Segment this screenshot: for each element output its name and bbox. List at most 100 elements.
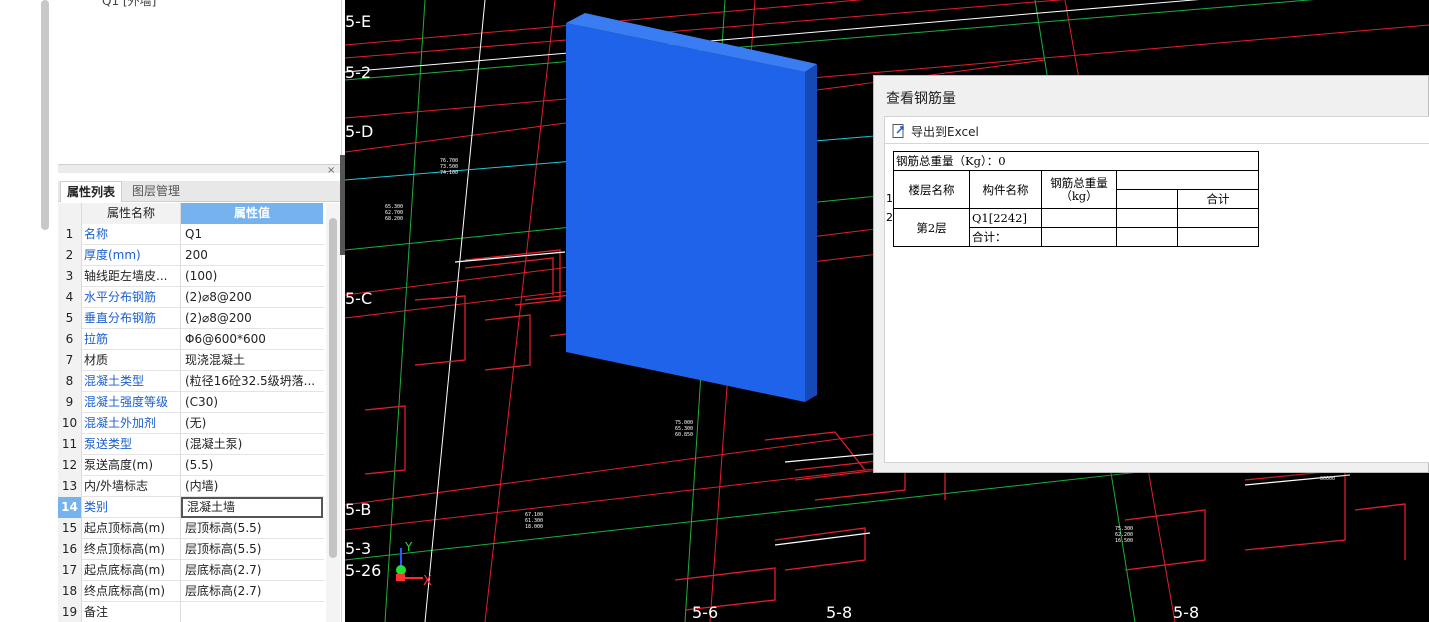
property-value[interactable] <box>181 602 323 622</box>
property-value[interactable]: 层顶标高(5.5) <box>181 539 323 560</box>
property-value[interactable]: 200 <box>181 245 323 266</box>
property-value[interactable]: (100) <box>181 266 323 287</box>
property-name: 类别 <box>82 497 181 518</box>
dialog-title: 查看钢筋量 <box>886 91 956 107</box>
col-sum-header: 合计 <box>1177 189 1259 209</box>
col-weight-header: 钢筋总重量（kg） <box>1041 170 1117 209</box>
property-value[interactable]: (5.5) <box>181 455 323 476</box>
property-value[interactable]: (2)⌀8@200 <box>181 308 323 329</box>
row-number: 13 <box>58 476 82 497</box>
tree-item-q1[interactable]: Q1 [外墙] <box>102 0 156 9</box>
svg-text:18.000: 18.000 <box>525 524 543 530</box>
row-number: 1 <box>58 224 82 245</box>
property-row[interactable]: 8 混凝土类型 (粒径16砼32.5级坍落... <box>58 371 324 392</box>
property-row[interactable]: 11 泵送类型 (混凝土泵) <box>58 434 324 455</box>
property-row[interactable]: 14 类别 混凝土墙 <box>58 497 324 518</box>
floor-cell: 第2层 <box>893 208 970 247</box>
property-grid: 属性名称 属性值 1 名称 Q1 2 厚度(mm) 200 3 轴线距左墙皮... (100) 4… <box>58 203 324 622</box>
property-value[interactable]: Φ6@600*600 <box>181 329 323 350</box>
export-excel-label: 导出到Excel <box>911 124 979 139</box>
export-excel-button[interactable]: 导出到Excel <box>891 121 979 141</box>
property-row[interactable]: 16 终点顶标高(m) 层顶标高(5.5) <box>58 539 324 560</box>
property-row[interactable]: 3 轴线距左墙皮... (100) <box>58 266 324 287</box>
property-name: 终点底标高(m) <box>82 581 181 602</box>
rebar-report-table: 钢筋总重量（Kg）：0 楼层名称 构件名称 钢筋总重量（kg） 合计 第2层 Q… <box>893 151 1259 247</box>
property-name: 材质 <box>82 350 181 371</box>
left-scrollbar[interactable] <box>41 0 49 230</box>
property-value[interactable]: (无) <box>181 413 323 434</box>
property-value[interactable]: (混凝土泵) <box>181 434 323 455</box>
svg-text:74.100: 74.100 <box>440 170 458 176</box>
value-cell <box>1116 208 1178 228</box>
panel-tabs: 属性列表 图层管理 <box>58 181 342 202</box>
axis-label-5-8b: 5-8 <box>1173 603 1200 622</box>
property-value[interactable]: Q1 <box>181 224 323 245</box>
weight-cell <box>1041 227 1117 247</box>
property-name: 终点顶标高(m) <box>82 539 181 560</box>
property-value[interactable]: (C30) <box>181 392 323 413</box>
sum-cell <box>1177 208 1259 228</box>
property-row[interactable]: 18 终点底标高(m) 层底标高(2.7) <box>58 581 324 602</box>
property-name: 备注 <box>82 602 181 622</box>
row-number: 15 <box>58 518 82 539</box>
property-row[interactable]: 9 混凝土强度等级 (C30) <box>58 392 324 413</box>
property-name: 垂直分布钢筋 <box>82 308 181 329</box>
row-number: 12 <box>58 455 82 476</box>
axis-label-5-6: 5-6 <box>692 603 719 622</box>
property-row[interactable]: 15 起点顶标高(m) 层顶标高(5.5) <box>58 518 324 539</box>
col-floor-header: 楼层名称 <box>893 170 970 209</box>
tab-property-list[interactable]: 属性列表 <box>60 181 123 202</box>
axis-label-5-8a: 5-8 <box>826 603 853 622</box>
rebar-quantity-dialog: 查看钢筋量 导出到Excel 1 2 钢筋总重量（Kg）：0 楼层名称 构件名称… <box>873 75 1429 473</box>
property-value[interactable]: 层底标高(2.7) <box>181 581 323 602</box>
gizmo-y-label: Y <box>405 540 413 554</box>
property-value[interactable]: 混凝土墙 <box>181 497 323 518</box>
property-value[interactable]: (内墙) <box>181 476 323 497</box>
header-empty-cell <box>1116 170 1259 190</box>
property-row[interactable]: 13 内/外墙标志 (内墙) <box>58 476 324 497</box>
property-name: 水平分布钢筋 <box>82 287 181 308</box>
property-value[interactable]: (2)⌀8@200 <box>181 287 323 308</box>
grid-scrollbar-thumb[interactable] <box>329 218 337 558</box>
row-number: 10 <box>58 413 82 434</box>
property-row[interactable]: 1 名称 Q1 <box>58 224 324 245</box>
property-name: 起点底标高(m) <box>82 560 181 581</box>
row-number: 6 <box>58 329 82 350</box>
row-index: 2 <box>886 211 893 224</box>
row-number: 4 <box>58 287 82 308</box>
property-name: 混凝土类型 <box>82 371 181 392</box>
property-value[interactable]: 层底标高(2.7) <box>181 560 323 581</box>
axis-label-5-c: 5-C <box>345 289 373 308</box>
weight-cell <box>1041 208 1117 228</box>
row-number: 9 <box>58 392 82 413</box>
property-row[interactable]: 19 备注 <box>58 602 324 622</box>
sum-cell <box>1177 227 1259 247</box>
row-number: 14 <box>58 497 82 518</box>
property-row[interactable]: 4 水平分布钢筋 (2)⌀8@200 <box>58 287 324 308</box>
property-row[interactable]: 10 混凝土外加剂 (无) <box>58 413 324 434</box>
col-component-header: 构件名称 <box>969 170 1042 209</box>
row-number: 17 <box>58 560 82 581</box>
property-value[interactable]: 现浇混凝土 <box>181 350 323 371</box>
property-value[interactable]: 层顶标高(5.5) <box>181 518 323 539</box>
row-number: 16 <box>58 539 82 560</box>
row-number: 2 <box>58 245 82 266</box>
panel-splitter[interactable] <box>58 165 342 173</box>
svg-text:16.500: 16.500 <box>1115 538 1133 544</box>
property-row[interactable]: 7 材质 现浇混凝土 <box>58 350 324 371</box>
property-name: 起点顶标高(m) <box>82 518 181 539</box>
svg-text:00000: 00000 <box>1320 476 1335 482</box>
dialog-toolbar: 导出到Excel <box>885 117 1429 144</box>
property-row[interactable]: 12 泵送高度(m) (5.5) <box>58 455 324 476</box>
property-name: 厚度(mm) <box>82 245 181 266</box>
axis-label-5-b: 5-B <box>345 500 372 519</box>
property-panel: 属性列表 图层管理 属性名称 属性值 1 名称 Q1 2 厚度(mm) 200 3 轴线距左墙… <box>58 173 342 622</box>
property-row[interactable]: 5 垂直分布钢筋 (2)⌀8@200 <box>58 308 324 329</box>
property-row[interactable]: 6 拉筋 Φ6@600*600 <box>58 329 324 350</box>
property-row[interactable]: 17 起点底标高(m) 层底标高(2.7) <box>58 560 324 581</box>
property-value[interactable]: (粒径16砼32.5级坍落... <box>181 371 323 392</box>
property-name: 混凝土强度等级 <box>82 392 181 413</box>
property-row[interactable]: 2 厚度(mm) 200 <box>58 245 324 266</box>
tab-layer-manager[interactable]: 图层管理 <box>126 181 186 202</box>
axis-label-5-2: 5-2 <box>345 63 372 82</box>
